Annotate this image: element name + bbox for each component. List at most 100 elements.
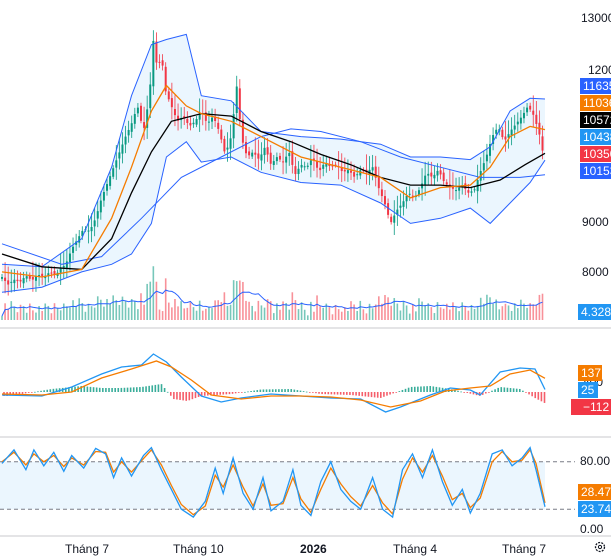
macd-histogram-bar bbox=[485, 392, 487, 394]
candle-body bbox=[170, 98, 173, 108]
volume-bar bbox=[328, 307, 331, 320]
macd-histogram-bar bbox=[537, 392, 540, 400]
macd-histogram-bar bbox=[525, 392, 527, 393]
macd-histogram-bar bbox=[234, 392, 237, 394]
macd-histogram-bar bbox=[120, 387, 123, 392]
candle-body bbox=[356, 174, 359, 176]
price-tag-upper-band: 11635 bbox=[580, 78, 611, 94]
volume-bar bbox=[183, 308, 186, 320]
candle-body bbox=[294, 166, 297, 175]
volume-bar bbox=[541, 293, 544, 320]
candle-body bbox=[155, 41, 158, 63]
macd-histogram-bar bbox=[404, 388, 407, 392]
candle-body bbox=[439, 170, 442, 175]
candle-body bbox=[220, 129, 223, 140]
candle-body bbox=[62, 265, 65, 268]
volume-bar bbox=[106, 298, 108, 320]
stoch-tag-k: 23.74 bbox=[578, 501, 611, 517]
volume-bar bbox=[291, 292, 294, 320]
volume-bar bbox=[285, 303, 287, 320]
volume-bar bbox=[279, 309, 281, 320]
candle-body bbox=[7, 280, 10, 285]
volume-bar bbox=[427, 303, 430, 320]
candle-body bbox=[522, 112, 525, 119]
volume-bar bbox=[359, 300, 362, 320]
volume-bar bbox=[331, 314, 334, 320]
volume-bar bbox=[96, 296, 99, 320]
macd-histogram-bar bbox=[376, 392, 379, 398]
volume-bar bbox=[510, 310, 513, 320]
candle-body bbox=[467, 190, 470, 193]
candle-body bbox=[529, 105, 532, 110]
candle-body bbox=[353, 172, 356, 177]
macd-histogram-bar bbox=[284, 389, 286, 392]
macd-histogram-bar bbox=[86, 386, 89, 392]
volume-bar bbox=[174, 298, 176, 320]
macd-histogram-bar bbox=[102, 388, 104, 392]
candle-body bbox=[402, 201, 405, 207]
price-tag-ma-mid: 10572 bbox=[580, 112, 611, 128]
volume-bar bbox=[294, 300, 297, 320]
macd-histogram-bar bbox=[203, 392, 206, 396]
volume-bar bbox=[513, 303, 516, 320]
macd-histogram-bar bbox=[169, 392, 172, 396]
candle-body bbox=[408, 193, 411, 195]
macd-histogram-bar bbox=[256, 390, 259, 392]
candle-body bbox=[421, 183, 424, 189]
macd-histogram-bar bbox=[108, 388, 110, 392]
candle-body bbox=[343, 169, 346, 172]
macd-histogram-bar bbox=[346, 392, 348, 395]
candle-body bbox=[106, 184, 109, 191]
candle-body bbox=[319, 167, 322, 171]
volume-bar bbox=[535, 304, 538, 320]
volume-bar bbox=[214, 300, 216, 320]
volume-bar bbox=[300, 302, 303, 320]
price-tag-ma-short-label: 11036 bbox=[583, 96, 611, 110]
macd-histogram-bar bbox=[222, 392, 225, 395]
macd-histogram-bar bbox=[373, 392, 376, 398]
volume-bar bbox=[41, 310, 43, 320]
candle-body bbox=[303, 166, 306, 168]
macd-histogram-bar bbox=[271, 389, 274, 392]
volume-bar bbox=[316, 295, 318, 320]
volume-bar bbox=[90, 306, 93, 320]
trading-chart[interactable]: 13000 12000 9000 8000 11635 11036 10572 … bbox=[0, 0, 611, 556]
macd-histogram-bar bbox=[191, 392, 194, 400]
volume-bar bbox=[180, 301, 182, 320]
volume-bar bbox=[189, 302, 192, 320]
macd-histogram-bar bbox=[136, 387, 138, 392]
stoch-tag-d: 28.47 bbox=[578, 484, 611, 500]
volume-bar bbox=[260, 305, 263, 320]
candle-body bbox=[260, 154, 263, 161]
volume-bar bbox=[140, 293, 142, 320]
volume-bar bbox=[498, 309, 501, 320]
candle-body bbox=[470, 191, 473, 193]
macd-histogram-bar bbox=[398, 391, 401, 392]
macd-histogram-bar bbox=[259, 389, 262, 392]
macd-histogram-bar bbox=[380, 392, 382, 398]
volume-bar bbox=[69, 307, 71, 320]
volume-bar bbox=[526, 307, 528, 320]
macd-histogram-bar bbox=[534, 392, 537, 399]
x-tick-thang7-a: Tháng 7 bbox=[65, 542, 109, 556]
macd-histogram-bar bbox=[342, 392, 345, 395]
volume-bar bbox=[362, 309, 365, 320]
volume-bar bbox=[322, 307, 325, 320]
candle-body bbox=[306, 165, 309, 167]
macd-histogram-bar bbox=[506, 387, 509, 392]
volume-bar bbox=[167, 302, 170, 320]
macd-histogram-bar bbox=[27, 392, 30, 393]
volume-bar bbox=[93, 307, 96, 320]
volume-bar bbox=[66, 306, 68, 320]
macd-tag-macd: 25 bbox=[578, 382, 598, 398]
macd-histogram-bar bbox=[37, 391, 39, 393]
candle-body bbox=[393, 215, 396, 223]
volume-bar bbox=[340, 311, 343, 320]
macd-histogram-bar bbox=[52, 388, 55, 392]
stoch-tag-k-label: 23.74 bbox=[581, 502, 611, 516]
volume-bar bbox=[390, 305, 392, 320]
volume-bar bbox=[489, 297, 491, 320]
macd-histogram-bar bbox=[324, 392, 327, 395]
candle-body bbox=[152, 40, 155, 87]
volume-bar bbox=[452, 302, 454, 320]
